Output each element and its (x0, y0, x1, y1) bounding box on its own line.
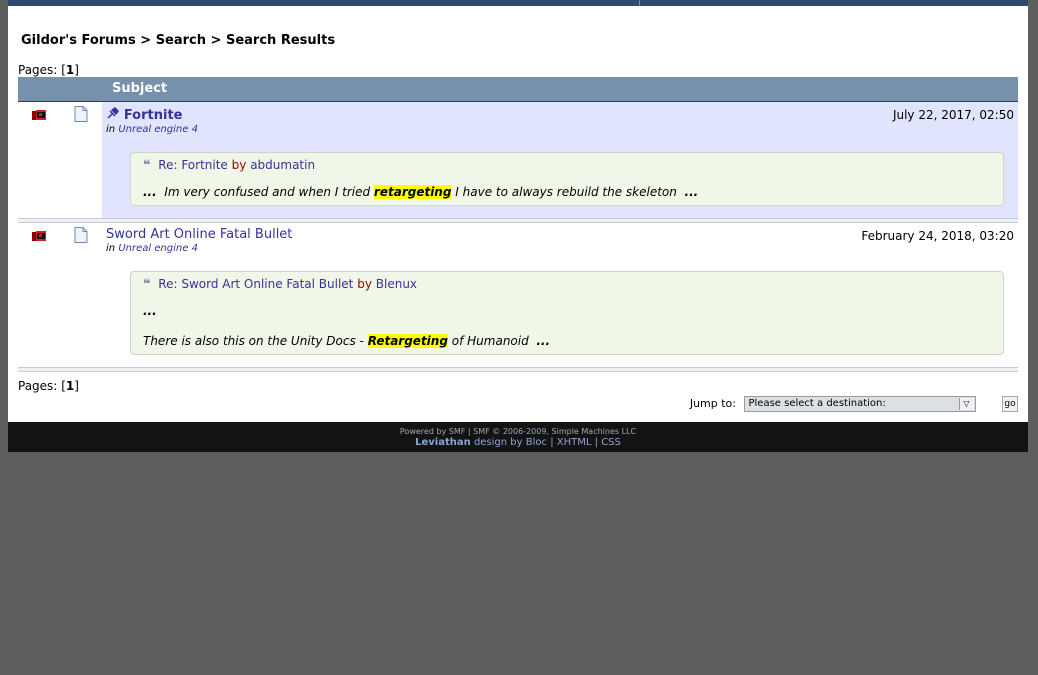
author-link[interactable]: abdumatin (250, 158, 315, 172)
jump-to: Jump to: Please select a destination: ▽ … (18, 395, 1018, 422)
jump-label: Jump to: (689, 396, 736, 410)
quote-box: ❝ Re: Fortnite by abdumatin ... Im very … (130, 151, 1004, 206)
quote-icon: ❝ (143, 157, 151, 173)
subject-header[interactable]: Subject (102, 77, 1018, 101)
pages-top: Pages: [1] (18, 63, 79, 77)
footer: Powered by SMF | SMF © 2006-2009, Simple… (8, 421, 1028, 452)
chevron-down-icon[interactable]: ▽ (958, 397, 974, 410)
breadcrumb-forums[interactable]: Gildor's Forums (21, 33, 136, 48)
breadcrumb: Gildor's Forums > Search > Search Result… (21, 33, 336, 48)
quote-icon: ❝ (143, 276, 151, 292)
post-icon (60, 222, 102, 367)
topic-hot-icon (18, 101, 60, 218)
search-highlight: Retargeting (367, 333, 448, 348)
jump-select[interactable]: Please select a destination: ▽ (743, 395, 976, 412)
search-highlight: retargeting (373, 184, 452, 199)
quote-text: ... Im very confused and when I tried re… (143, 184, 699, 199)
css-link[interactable]: CSS (601, 437, 621, 448)
post-icon (60, 101, 102, 218)
theme-name[interactable]: Leviathan (415, 437, 471, 448)
board-link[interactable]: Unreal engine 4 (118, 124, 198, 135)
topic-link-sao[interactable]: Sword Art Online Fatal Bullet (106, 227, 292, 242)
topic-hot-icon (18, 222, 60, 367)
forum-page: Gildor's Forums > Search > Search Result… (8, 0, 1028, 452)
quote-text: ... There is also this on the Unity Docs… (143, 303, 551, 348)
post-date: July 22, 2017, 02:50 (892, 107, 1014, 122)
current-page[interactable]: 1 (66, 379, 74, 393)
pages-bottom: Pages: [1] (18, 378, 79, 393)
go-button[interactable]: go (1002, 395, 1018, 412)
top-bar (8, 0, 1028, 6)
reply-link[interactable]: Re: Sword Art Online Fatal Bullet (158, 277, 353, 291)
board-link[interactable]: Unreal engine 4 (118, 243, 198, 254)
topic-link-fortnite[interactable]: Fortnite (124, 108, 183, 123)
results-header: Subject (18, 77, 1018, 101)
reply-link[interactable]: Re: Fortnite (158, 158, 228, 172)
breadcrumb-search[interactable]: Search (156, 33, 206, 48)
post-date: February 24, 2018, 03:20 (861, 228, 1014, 243)
author-link[interactable]: Blenux (376, 277, 417, 291)
powered-by: Powered by SMF | SMF © 2006-2009, Simple… (399, 426, 637, 436)
results-table: Subject July 22, 2017, 02:50 Fortnite in… (18, 77, 1018, 372)
table-row: July 22, 2017, 02:50 Fortnite in Unreal … (18, 101, 1018, 218)
current-page[interactable]: 1 (66, 63, 74, 77)
xhtml-link[interactable]: XHTML (557, 437, 592, 448)
table-row: February 24, 2018, 03:20 Sword Art Onlin… (18, 222, 1018, 367)
quote-box: ❝ Re: Sword Art Online Fatal Bullet by B… (130, 270, 1004, 355)
pin-icon (106, 106, 124, 122)
breadcrumb-results: Search Results (225, 33, 336, 48)
